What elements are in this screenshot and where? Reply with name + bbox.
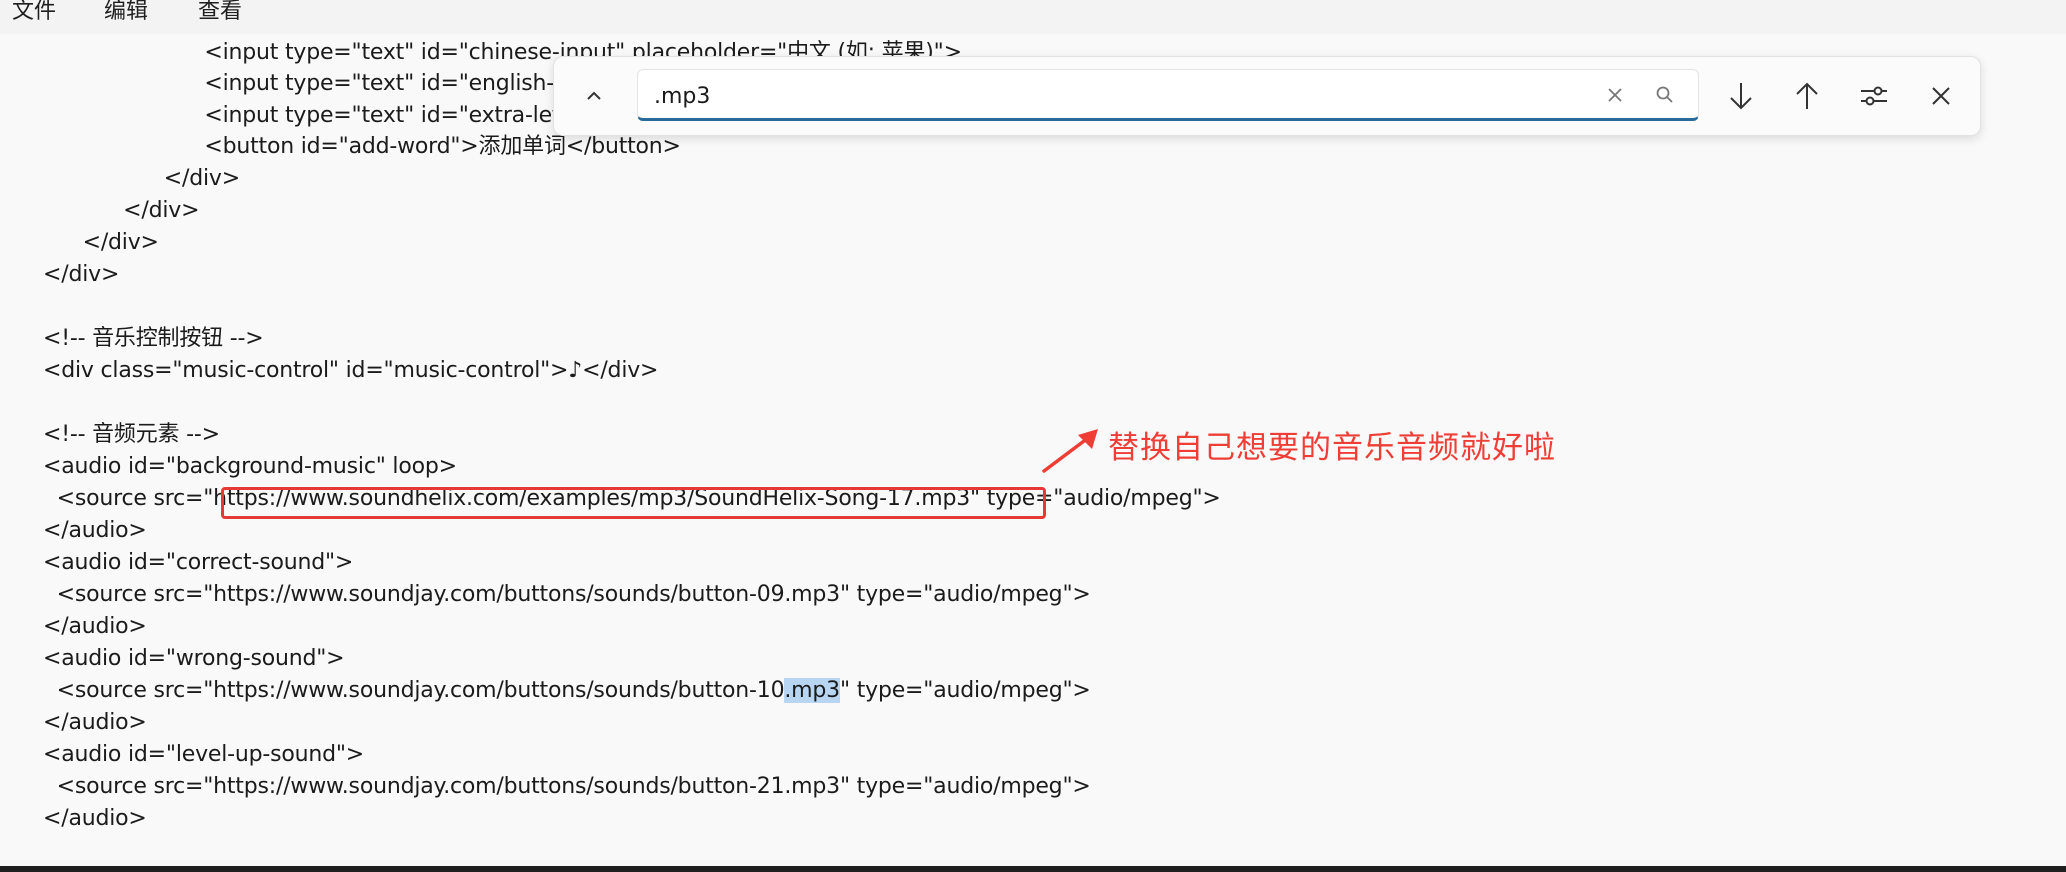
- code-line: <input type="text" id="english-inp: [150, 71, 588, 96]
- arrow-down-icon: [1730, 83, 1752, 110]
- code-line: <audio id="correct-sound">: [43, 550, 354, 575]
- menu-view[interactable]: 查看: [198, 0, 242, 27]
- search-icon: [1656, 86, 1673, 103]
- collapse-find-button[interactable]: [569, 71, 619, 121]
- code-line: <!-- 音乐控制按钮 -->: [43, 326, 264, 351]
- find-input[interactable]: [652, 78, 1536, 114]
- annotation-text: 替换自己想要的音乐音频就好啦: [1108, 430, 1556, 466]
- chevron-up-icon: [587, 91, 601, 100]
- search-button[interactable]: [1650, 80, 1680, 110]
- sliders-icon: [1861, 86, 1887, 106]
- code-text: <source src="https://www.soundjay.com/bu…: [43, 678, 785, 703]
- code-line: </audio>: [43, 518, 147, 543]
- menu-file[interactable]: 文件: [12, 0, 56, 27]
- url-highlight-box: [221, 487, 1046, 519]
- annotation-arrow-icon: [1042, 429, 1098, 473]
- code-line-with-match: <source src="https://www.soundjay.com/bu…: [43, 676, 1091, 706]
- code-line: <input type="text" id="extra-letter: [150, 103, 591, 128]
- code-line: <audio id="level-up-sound">: [43, 742, 365, 767]
- code-line: </div>: [123, 166, 240, 191]
- code-line: </div>: [43, 262, 120, 287]
- close-icon: [1932, 87, 1950, 105]
- code-line: </audio>: [43, 614, 147, 639]
- code-line: <!-- 音频元素 -->: [43, 422, 220, 447]
- find-options-button[interactable]: [1849, 71, 1899, 121]
- code-line: <audio id="background-music" loop>: [43, 454, 457, 479]
- menu-bar: 文件 编辑 查看: [0, 0, 2066, 34]
- find-previous-button[interactable]: [1782, 71, 1832, 121]
- code-line: <audio id="wrong-sound">: [43, 646, 345, 671]
- clear-x-icon: [1608, 88, 1622, 102]
- code-line: </audio>: [43, 806, 147, 831]
- window-bottom-edge: [0, 866, 2066, 872]
- code-line: <div class="music-control" id="music-con…: [43, 358, 659, 383]
- text-editor[interactable]: <input type="text" id="chinese-input" pl…: [0, 34, 2066, 866]
- clear-search-button[interactable]: [1600, 80, 1630, 110]
- menu-edit[interactable]: 编辑: [104, 0, 148, 27]
- code-line: <source src="https://www.soundjay.com/bu…: [43, 774, 1091, 799]
- code-line: <button id="add-word">添加单词</button>: [150, 134, 681, 159]
- find-panel: [553, 56, 1981, 136]
- code-line: </div>: [69, 230, 159, 255]
- code-line: </div>: [96, 198, 200, 223]
- code-line: </audio>: [43, 710, 147, 735]
- code-text: " type="audio/mpeg">: [839, 678, 1091, 703]
- search-match-highlight: .mp3: [784, 678, 840, 703]
- arrow-up-icon: [1796, 82, 1818, 109]
- code-line: <source src="https://www.soundjay.com/bu…: [43, 582, 1091, 607]
- close-find-button[interactable]: [1916, 71, 1966, 121]
- find-field[interactable]: [637, 69, 1699, 121]
- find-next-button[interactable]: [1716, 71, 1766, 121]
